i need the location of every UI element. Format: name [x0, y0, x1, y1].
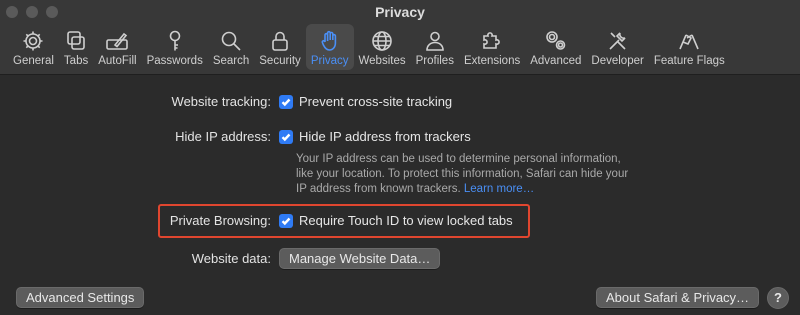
tab-security[interactable]: Security: [254, 24, 306, 70]
key-icon: [169, 30, 181, 51]
tools-icon: [609, 32, 626, 50]
tab-passwords[interactable]: Passwords: [142, 24, 208, 70]
gear-icon: [23, 31, 43, 51]
website-tracking-row: Website tracking: Prevent cross-site tra…: [156, 94, 453, 109]
prevent-cross-site-tracking-text[interactable]: Prevent cross-site tracking: [299, 94, 452, 109]
advanced-settings-button[interactable]: Advanced Settings: [16, 287, 145, 308]
require-touch-id-checkbox[interactable]: [279, 213, 293, 228]
private-browsing-label: Private Browsing:: [169, 213, 271, 228]
tab-label: Profiles: [415, 55, 454, 67]
tab-search[interactable]: Search: [208, 24, 254, 70]
tab-label: AutoFill: [98, 55, 137, 67]
tab-profiles[interactable]: Profiles: [411, 24, 459, 70]
tab-label: Feature Flags: [653, 55, 725, 67]
tab-label: Tabs: [63, 55, 89, 67]
hide-ip-text[interactable]: Hide IP address from trackers: [299, 129, 471, 144]
tab-label: Security: [259, 55, 301, 67]
tab-label: Search: [212, 55, 250, 67]
hide-ip-checkbox[interactable]: [279, 129, 293, 144]
lock-icon: [272, 31, 288, 51]
checkmark-icon: [281, 98, 291, 106]
search-icon: [221, 31, 241, 51]
hide-ip-label: Hide IP address:: [175, 129, 271, 144]
tab-extensions[interactable]: Extensions: [459, 24, 525, 70]
puzzle-icon: [483, 32, 500, 49]
tab-privacy[interactable]: Privacy: [305, 24, 354, 70]
tab-label: Privacy: [310, 55, 349, 67]
website-data-row: Website data: Manage Website Data…: [156, 248, 441, 269]
pencil-field-icon: [106, 32, 129, 50]
prevent-cross-site-tracking-checkbox[interactable]: [279, 94, 293, 109]
person-icon: [425, 31, 444, 51]
hand-icon: [321, 30, 336, 51]
tab-advanced[interactable]: Advanced: [525, 24, 586, 70]
gears-icon: [546, 31, 566, 50]
about-safari-privacy-button[interactable]: About Safari & Privacy…: [596, 287, 760, 308]
help-button[interactable]: ?: [767, 287, 789, 309]
window-title: Privacy: [375, 4, 425, 20]
tab-label: Passwords: [146, 55, 203, 67]
tab-label: Websites: [358, 55, 406, 67]
title-bar: Privacy General Tabs AutoFill Passwords …: [0, 0, 800, 75]
website-data-label: Website data:: [191, 251, 271, 266]
checkmark-icon: [281, 217, 291, 225]
tab-websites[interactable]: Websites: [354, 24, 411, 70]
hide-ip-row: Hide IP address: Hide IP address from tr…: [156, 129, 471, 144]
tabs-icon: [67, 31, 85, 50]
tab-feature-flags[interactable]: Feature Flags: [649, 24, 730, 70]
require-touch-id-text[interactable]: Require Touch ID to view locked tabs: [299, 213, 513, 228]
tab-tabs[interactable]: Tabs: [59, 24, 93, 70]
preferences-toolbar: General Tabs AutoFill Passwords Search S…: [8, 24, 792, 70]
tab-autofill[interactable]: AutoFill: [93, 24, 141, 70]
description-line: IP address from known trackers.: [296, 183, 461, 195]
safari-settings-window: Privacy General Tabs AutoFill Passwords …: [0, 0, 800, 315]
checkmark-icon: [281, 133, 291, 141]
tab-label: General: [13, 55, 54, 67]
description-line: Your IP address can be used to determine…: [296, 153, 621, 165]
tab-label: Advanced: [530, 55, 582, 67]
flags-icon: [679, 34, 700, 50]
tab-label: Developer: [591, 55, 644, 67]
learn-more-link[interactable]: Learn more…: [464, 183, 534, 195]
globe-icon: [372, 31, 392, 51]
hide-ip-description: Your IP address can be used to determine…: [296, 152, 646, 197]
tab-label: Extensions: [463, 55, 521, 67]
tab-developer[interactable]: Developer: [586, 24, 648, 70]
tab-general[interactable]: General: [8, 24, 59, 70]
private-browsing-row: Private Browsing: Require Touch ID to vi…: [156, 213, 513, 228]
website-tracking-label: Website tracking:: [171, 94, 271, 109]
description-line: like your location. To protect this info…: [296, 168, 629, 180]
manage-website-data-button[interactable]: Manage Website Data…: [279, 248, 441, 269]
